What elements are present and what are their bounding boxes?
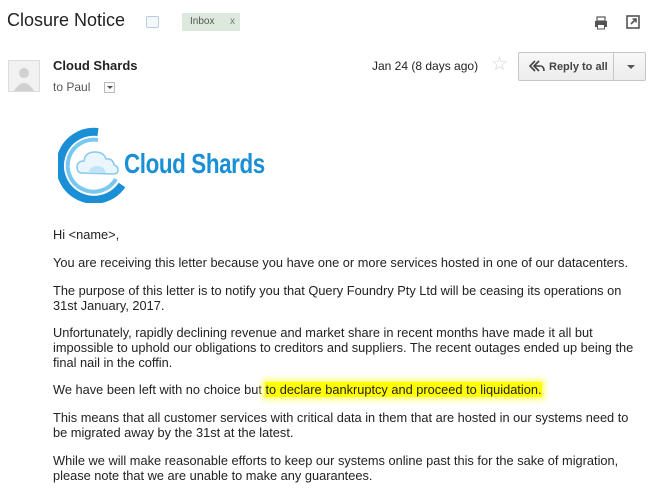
label-icon[interactable]	[146, 16, 159, 28]
reply-all-button[interactable]: Reply to all	[518, 52, 613, 81]
more-actions-button[interactable]	[613, 52, 646, 81]
email-subject: Closure Notice	[7, 10, 126, 30]
recipient-line: to Paul	[53, 80, 91, 94]
inbox-label-text: Inbox	[190, 16, 215, 27]
highlighted-text: to declare bankruptcy and proceed to liq…	[265, 382, 542, 397]
reply-all-icon	[529, 60, 545, 72]
inbox-label-chip[interactable]: Inbox x	[182, 13, 240, 31]
message-date: Jan 24 (8 days ago)	[372, 59, 479, 73]
paragraph-4-text: We have been left with no choice but	[53, 382, 266, 397]
paragraph-3: Unfortunately, rapidly declining revenue…	[53, 325, 634, 370]
greeting: Hi <name>,	[53, 227, 120, 242]
logo-wordmark: Cloud Shards	[124, 148, 265, 179]
paragraph-1: You are receiving this letter because yo…	[53, 255, 629, 270]
new-window-icon[interactable]	[626, 15, 640, 29]
paragraph-2: The purpose of this letter is to notify …	[53, 283, 622, 313]
paragraph-4: We have been left with no choice but to …	[53, 382, 643, 397]
show-details-dropdown[interactable]	[104, 82, 115, 93]
sender-avatar	[8, 60, 40, 92]
paragraph-5: This means that all customer services wi…	[53, 410, 629, 440]
paragraph-6: While we will make reasonable efforts to…	[53, 453, 619, 483]
reply-all-label: Reply to all	[549, 61, 608, 73]
print-icon[interactable]	[594, 16, 608, 30]
sender-name[interactable]: Cloud Shards	[53, 58, 138, 73]
default-avatar-icon	[14, 68, 34, 91]
remove-label-button[interactable]: x	[230, 13, 235, 31]
star-icon[interactable]: ☆	[491, 54, 508, 76]
